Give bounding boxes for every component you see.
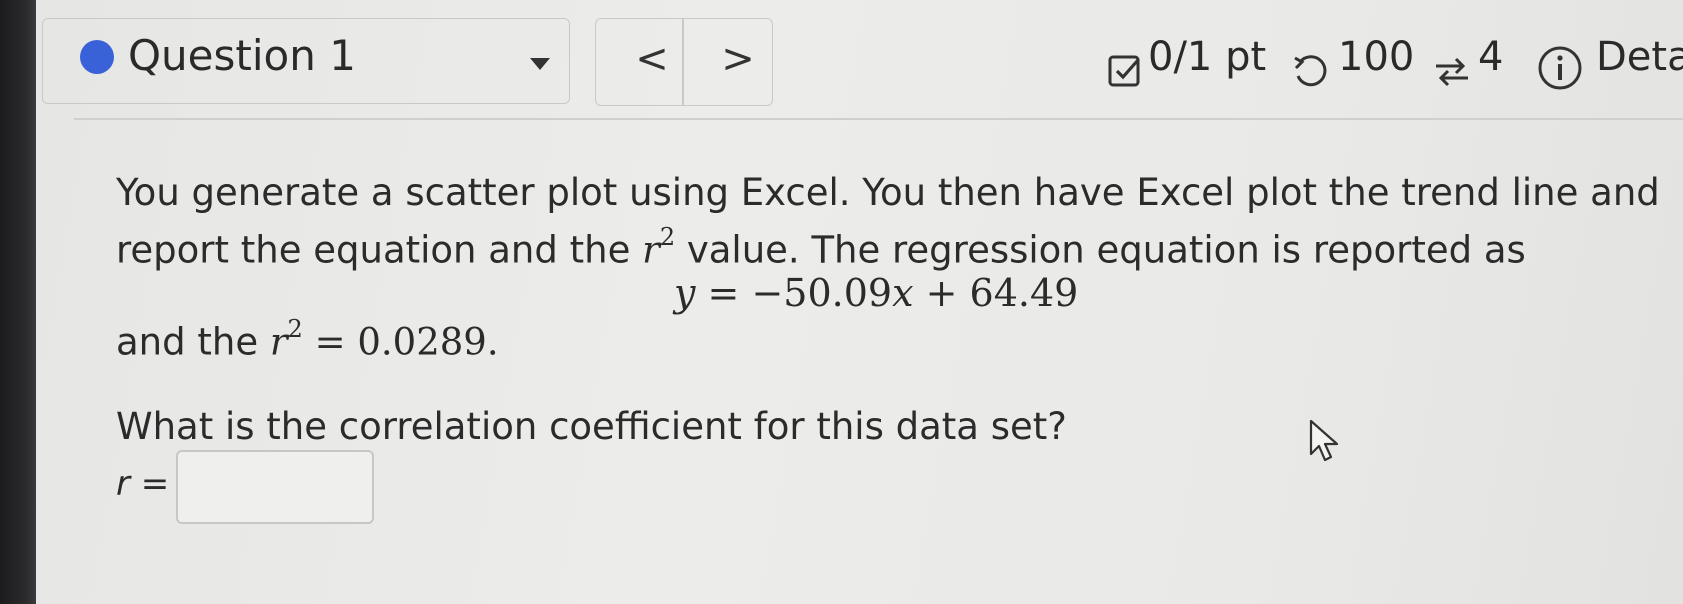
question-text-segment: and the xyxy=(116,320,259,364)
attempts-count: 4 xyxy=(1478,34,1504,80)
details-link[interactable]: Deta xyxy=(1596,30,1683,84)
prev-question-button[interactable]: < xyxy=(622,32,682,86)
info-icon[interactable] xyxy=(1536,44,1584,92)
question-text-segment: value. The regression equation is report… xyxy=(686,228,1526,272)
question-status-dot xyxy=(80,40,114,74)
attempts-icon xyxy=(1436,57,1468,87)
question-text-segment: report the equation and the xyxy=(116,228,631,272)
r-squared-value: = 0.0289. xyxy=(302,320,499,364)
math-exponent: 2 xyxy=(659,223,676,251)
eq-y: y xyxy=(674,271,696,315)
math-exponent: 2 xyxy=(287,315,303,343)
header-divider xyxy=(74,118,1683,120)
mouse-cursor-icon xyxy=(1309,419,1339,462)
regression-equation: y = −50.09x + 64.49 xyxy=(674,270,1078,316)
screen-bezel xyxy=(0,0,36,604)
question-prompt: What is the correlation coefficient for … xyxy=(116,405,1067,448)
answer-input[interactable] xyxy=(176,450,374,524)
answer-label: r = xyxy=(116,464,170,504)
retries-count: 100 xyxy=(1338,34,1415,80)
retry-icon xyxy=(1294,55,1327,87)
question-label: Question 1 xyxy=(128,31,356,80)
r-squared-line: and the r2 = 0.0289. xyxy=(116,310,499,365)
dropdown-caret-icon[interactable] xyxy=(530,58,550,70)
eq-coefficient: = −50.09 xyxy=(695,271,893,315)
checkbox-icon xyxy=(1108,55,1140,87)
next-question-button[interactable]: > xyxy=(708,32,768,86)
question-text-line-1: You generate a scatter plot using Excel.… xyxy=(116,171,1660,214)
eq-x: x xyxy=(892,271,914,315)
nav-divider xyxy=(682,19,684,105)
eq-intercept: + 64.49 xyxy=(913,271,1079,315)
math-r: r xyxy=(642,228,660,272)
score-text: 0/1 pt xyxy=(1148,34,1267,80)
math-r: r xyxy=(269,320,288,364)
question-text-line-2: report the equation and the r2 value. Th… xyxy=(116,218,1526,273)
